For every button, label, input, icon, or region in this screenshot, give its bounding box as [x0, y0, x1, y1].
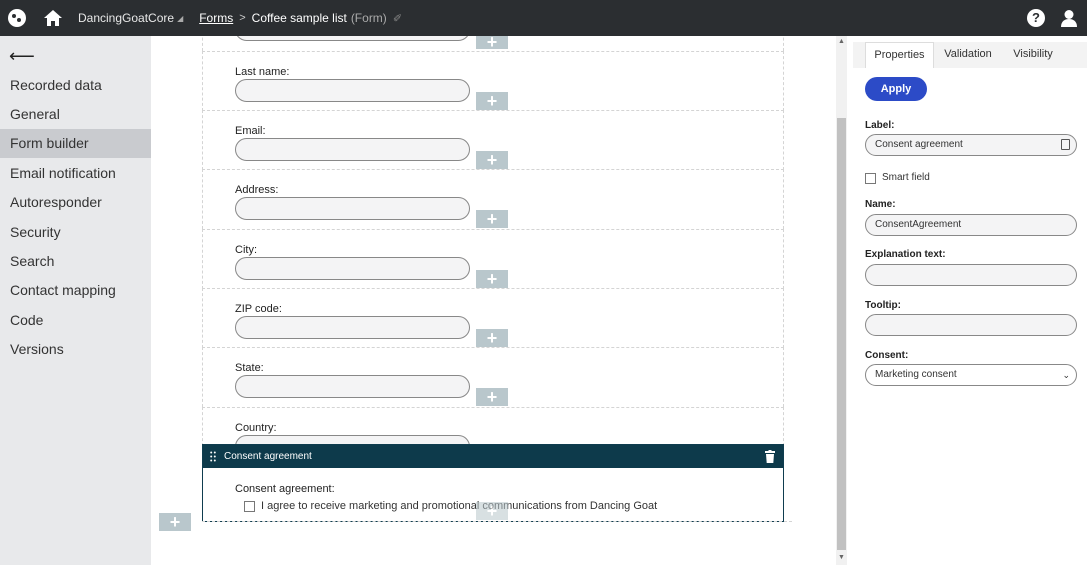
- address-input[interactable]: [235, 197, 470, 220]
- email-input[interactable]: [235, 138, 470, 161]
- tab-visibility[interactable]: Visibility: [1003, 42, 1063, 68]
- apply-button[interactable]: Apply: [865, 77, 927, 101]
- label-input[interactable]: Consent agreement: [865, 134, 1077, 156]
- nav-item-form-builder[interactable]: Form builder: [0, 129, 151, 158]
- tab-validation[interactable]: Validation: [937, 42, 999, 68]
- label-field-label: Label:: [865, 120, 895, 131]
- divider: [202, 521, 792, 522]
- panel-tabs: Properties Validation Visibility: [853, 42, 1087, 68]
- consent-field-label: Consent:: [865, 350, 909, 361]
- add-section-button[interactable]: +: [159, 513, 191, 531]
- add-field-button[interactable]: +: [476, 502, 508, 520]
- scroll-up-icon[interactable]: ▲: [838, 38, 845, 45]
- consent-text: I agree to receive marketing and promoti…: [261, 500, 658, 512]
- add-field-button[interactable]: +: [476, 36, 508, 51]
- pin-icon[interactable]: ✐: [393, 12, 402, 25]
- name-input[interactable]: ConsentAgreement: [865, 214, 1077, 236]
- field-label: State:: [235, 362, 264, 374]
- consent-select[interactable]: Marketing consent ⌄: [865, 364, 1077, 386]
- field-label: Last name:: [235, 66, 290, 78]
- nav-item-code[interactable]: Code: [0, 306, 151, 335]
- add-field-button[interactable]: +: [476, 270, 508, 288]
- add-field-button[interactable]: +: [476, 92, 508, 110]
- field-label: Address:: [235, 184, 279, 196]
- text-input[interactable]: [235, 36, 470, 41]
- nav-item-general[interactable]: General: [0, 100, 151, 129]
- canvas-scrollbar[interactable]: ▲ ▼: [836, 36, 847, 565]
- scrollbar-thumb[interactable]: [837, 118, 846, 550]
- consent-label: Consent agreement:: [235, 483, 335, 495]
- scroll-down-icon[interactable]: ▼: [838, 554, 845, 561]
- back-arrow-icon[interactable]: ⟵: [9, 46, 35, 67]
- nav-item-recorded-data[interactable]: Recorded data: [0, 71, 151, 100]
- help-icon[interactable]: ?: [1027, 9, 1045, 27]
- app-logo-icon[interactable]: [8, 9, 26, 27]
- tab-properties[interactable]: Properties: [865, 42, 934, 68]
- label-input-value: Consent agreement: [875, 139, 963, 150]
- add-field-button[interactable]: +: [476, 210, 508, 228]
- field-header-title: Consent agreement: [224, 451, 312, 462]
- form-builder-canvas: + Last name: + Email: + Address: + City:…: [151, 36, 836, 565]
- site-caret-icon[interactable]: ◢: [177, 14, 183, 23]
- breadcrumb-forms-link[interactable]: Forms: [199, 11, 233, 25]
- add-field-button[interactable]: +: [476, 151, 508, 169]
- last-name-input[interactable]: [235, 79, 470, 102]
- nav-item-versions[interactable]: Versions: [0, 335, 151, 364]
- nav-item-security[interactable]: Security: [0, 218, 151, 247]
- city-input[interactable]: [235, 257, 470, 280]
- user-icon[interactable]: [1059, 8, 1079, 28]
- nav-item-email-notification[interactable]: Email notification: [0, 159, 151, 188]
- field-label: Country:: [235, 422, 277, 434]
- field-label: Email:: [235, 125, 266, 137]
- tooltip-input[interactable]: [865, 314, 1077, 336]
- properties-panel: Properties Validation Visibility Apply L…: [853, 36, 1087, 565]
- add-field-button[interactable]: +: [476, 388, 508, 406]
- breadcrumb-type: (Form): [350, 11, 387, 25]
- trash-icon[interactable]: [765, 450, 775, 463]
- site-selector[interactable]: DancingGoatCore: [78, 11, 174, 25]
- nav-item-search[interactable]: Search: [0, 247, 151, 276]
- home-icon[interactable]: [42, 7, 64, 29]
- explanation-field-label: Explanation text:: [865, 249, 946, 260]
- field-label: ZIP code:: [235, 303, 282, 315]
- name-input-value: ConsentAgreement: [875, 219, 962, 230]
- field-label: City:: [235, 244, 257, 256]
- field-header: Consent agreement: [203, 445, 783, 468]
- drag-handle-icon[interactable]: [210, 451, 216, 462]
- consent-select-value: Marketing consent: [875, 369, 957, 380]
- left-navigation: ⟵ Recorded data General Form builder Ema…: [0, 36, 151, 565]
- resource-string-icon[interactable]: [1061, 139, 1070, 150]
- explanation-text-input[interactable]: [865, 264, 1077, 286]
- breadcrumb-current: Coffee sample list: [251, 11, 347, 25]
- tooltip-field-label: Tooltip:: [865, 300, 901, 311]
- consent-checkbox[interactable]: [244, 501, 255, 512]
- nav-item-contact-mapping[interactable]: Contact mapping: [0, 276, 151, 305]
- nav-item-autoresponder[interactable]: Autoresponder: [0, 188, 151, 217]
- smart-field-label: Smart field: [882, 172, 930, 183]
- breadcrumb-separator-icon: >: [239, 12, 246, 24]
- zip-code-input[interactable]: [235, 316, 470, 339]
- name-field-label: Name:: [865, 199, 896, 210]
- chevron-down-icon: ⌄: [1062, 370, 1070, 380]
- add-field-button[interactable]: +: [476, 329, 508, 347]
- smart-field-checkbox[interactable]: [865, 173, 876, 184]
- state-input[interactable]: [235, 375, 470, 398]
- top-bar: DancingGoatCore ◢ Forms > Coffee sample …: [0, 0, 1087, 36]
